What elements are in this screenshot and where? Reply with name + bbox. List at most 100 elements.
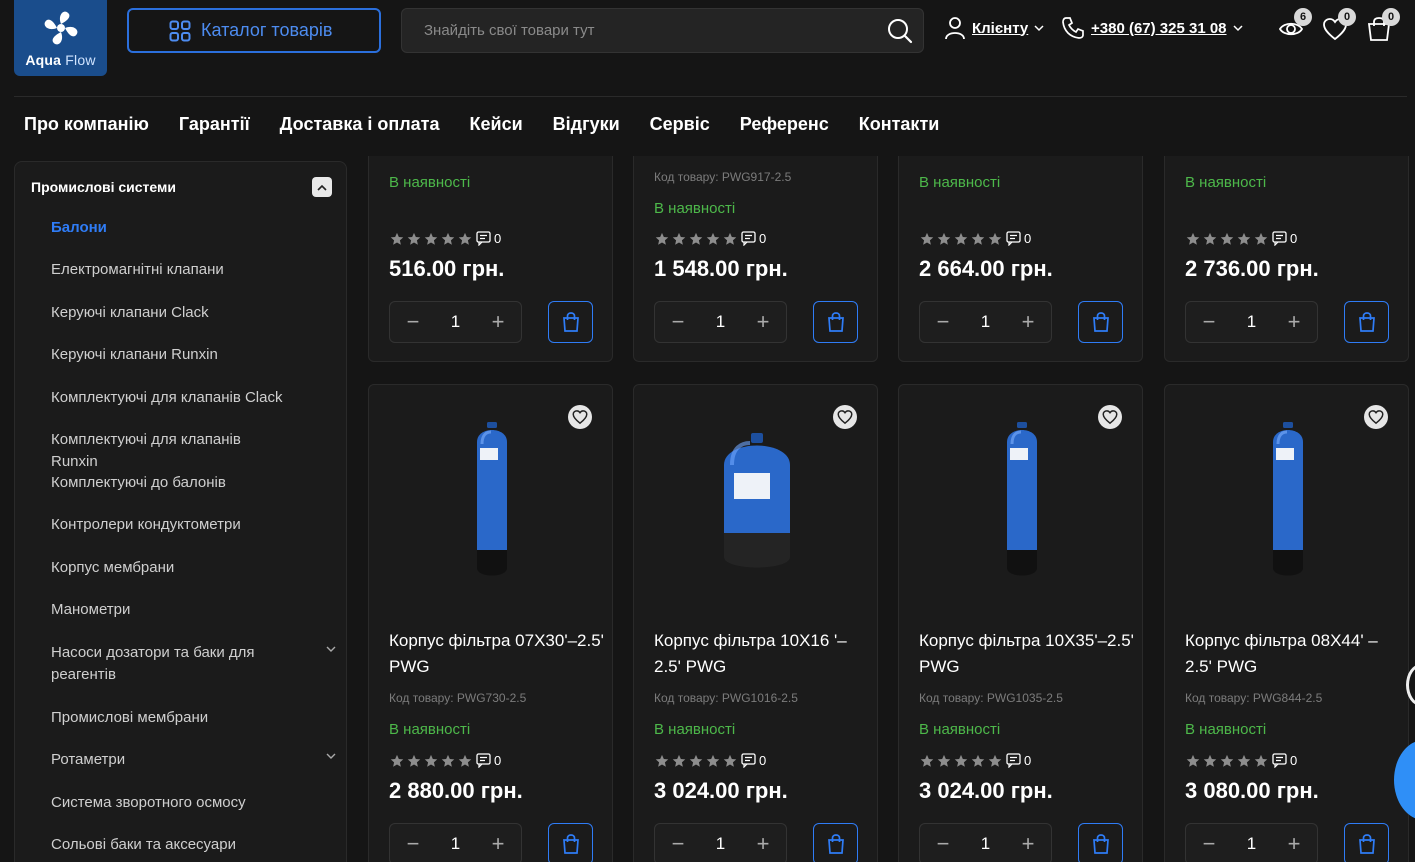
star-icon	[1254, 232, 1268, 245]
search-icon[interactable]	[887, 18, 913, 44]
add-to-cart-button[interactable]	[1344, 823, 1389, 862]
product-image[interactable]	[634, 415, 879, 585]
sidebar-item[interactable]: Комплектуючі для клапанів Runxin	[51, 429, 336, 473]
sidebar-item[interactable]: Манометри	[51, 599, 336, 621]
quantity-decrease-button[interactable]: −	[1200, 831, 1218, 857]
add-to-cart-button[interactable]	[813, 301, 858, 343]
stock-status: В наявності	[654, 200, 736, 217]
quantity-increase-button[interactable]: +	[1019, 309, 1037, 335]
quantity-decrease-button[interactable]: −	[404, 309, 422, 335]
filter-housing-image	[1006, 422, 1037, 576]
quantity-increase-button[interactable]: +	[489, 831, 507, 857]
add-to-cart-button[interactable]	[1078, 301, 1123, 343]
chevron-down-icon	[1233, 24, 1243, 31]
nav-item-cases[interactable]: Кейси	[470, 114, 523, 135]
quantity-increase-button[interactable]: +	[1285, 831, 1303, 857]
quantity-value[interactable]: 1	[451, 312, 460, 332]
quantity-decrease-button[interactable]: −	[934, 309, 952, 335]
nav-item-contacts[interactable]: Контакти	[859, 114, 940, 135]
wishlist-button[interactable]: 0	[1322, 8, 1356, 44]
product-name[interactable]: Корпус фільтра 08X44' –2.5' PWG	[1185, 628, 1400, 680]
quantity-decrease-button[interactable]: −	[669, 831, 687, 857]
nav-item-reviews[interactable]: Відгуки	[553, 114, 620, 135]
star-icon	[1220, 754, 1234, 767]
shopping-bag-icon	[827, 312, 844, 332]
review-count[interactable]: 0	[1006, 231, 1031, 246]
sidebar-item[interactable]: Система зворотного осмосу	[51, 792, 336, 814]
sidebar-item[interactable]: Електромагнітні клапани	[51, 259, 336, 281]
quantity-value[interactable]: 1	[716, 834, 725, 854]
quantity-increase-button[interactable]: +	[1285, 309, 1303, 335]
rating: 0	[654, 231, 766, 246]
quantity-increase-button[interactable]: +	[754, 309, 772, 335]
quantity-value[interactable]: 1	[981, 834, 990, 854]
collapse-toggle-button[interactable]	[312, 177, 332, 197]
add-to-cart-button[interactable]	[1344, 301, 1389, 343]
add-to-cart-button[interactable]	[813, 823, 858, 862]
sidebar-item[interactable]: Контролери кондуктометри	[51, 514, 336, 536]
review-count[interactable]: 0	[1272, 231, 1297, 246]
quantity-decrease-button[interactable]: −	[934, 831, 952, 857]
sidebar-item[interactable]: Комплектуючі до балонів	[51, 472, 336, 494]
product-image[interactable]	[899, 415, 1144, 585]
review-count[interactable]: 0	[1006, 753, 1031, 768]
nav-item-about[interactable]: Про компанію	[24, 114, 149, 135]
quantity-decrease-button[interactable]: −	[1200, 309, 1218, 335]
grid-icon	[169, 20, 191, 42]
add-to-cart-button[interactable]	[548, 823, 593, 862]
quantity-decrease-button[interactable]: −	[669, 309, 687, 335]
sidebar-item[interactable]: Балони	[51, 217, 336, 239]
product-name[interactable]: Корпус фільтра 07X30'–2.5' PWG	[389, 628, 604, 680]
sidebar-item[interactable]: Комплектуючі для клапанів Clack	[51, 387, 336, 409]
nav-item-guarantees[interactable]: Гарантії	[179, 114, 250, 135]
quantity-value[interactable]: 1	[716, 312, 725, 332]
sidebar-item[interactable]: Ротаметри	[51, 749, 336, 771]
nav-item-service[interactable]: Сервіс	[650, 114, 710, 135]
client-menu[interactable]: Клієнту	[944, 16, 1044, 40]
viewed-products-button[interactable]: 6	[1278, 8, 1312, 44]
quantity-increase-button[interactable]: +	[489, 309, 507, 335]
sidebar-item[interactable]: Керуючі клапани Runxin	[51, 344, 336, 366]
catalog-button[interactable]: Каталог товарів	[127, 8, 381, 53]
add-to-cart-button[interactable]	[548, 301, 593, 343]
rating: 0	[389, 753, 501, 768]
chevron-down-icon[interactable]	[326, 646, 336, 653]
quantity-value[interactable]: 1	[1247, 312, 1256, 332]
product-name[interactable]: Корпус фільтра 10X35'–2.5' PWG	[919, 628, 1134, 680]
quantity-decrease-button[interactable]: −	[404, 831, 422, 857]
product-name[interactable]: Корпус фільтра 10X16 '–2.5' PWG	[654, 628, 869, 680]
quantity-increase-button[interactable]: +	[754, 831, 772, 857]
phone-menu[interactable]: +380 (67) 325 31 08	[1061, 16, 1243, 40]
aqua-flow-logo[interactable]: Aqua Flow	[14, 0, 107, 76]
review-count[interactable]: 0	[741, 231, 766, 246]
review-count[interactable]: 0	[476, 231, 501, 246]
review-count[interactable]: 0	[1272, 753, 1297, 768]
review-count[interactable]: 0	[476, 753, 501, 768]
review-count-value: 0	[759, 231, 767, 246]
stock-status: В наявності	[389, 721, 471, 738]
viewed-count-badge: 6	[1294, 8, 1312, 26]
review-count-value: 0	[1024, 753, 1032, 768]
product-price: 3 024.00 грн.	[919, 778, 1053, 803]
cart-button[interactable]: 0	[1366, 8, 1400, 44]
sidebar-item[interactable]: Сольові баки та аксесуари	[51, 834, 336, 856]
chevron-down-icon[interactable]	[326, 753, 336, 760]
quantity-value[interactable]: 1	[981, 312, 990, 332]
add-to-cart-button[interactable]	[1078, 823, 1123, 862]
nav-item-reference[interactable]: Референс	[740, 114, 829, 135]
product-image[interactable]	[1165, 415, 1410, 585]
nav-item-delivery[interactable]: Доставка і оплата	[280, 114, 440, 135]
sidebar-item[interactable]: Промислові мембрани	[51, 707, 336, 729]
sidebar-item[interactable]: Насоси дозатори та баки для реагентів	[51, 642, 336, 686]
sidebar-item-label: Комплектуючі для клапанів Clack	[51, 389, 283, 406]
quantity-value[interactable]: 1	[1247, 834, 1256, 854]
sidebar-item-label: Корпус мембрани	[51, 559, 175, 576]
sidebar-item[interactable]: Керуючі клапани Clack	[51, 302, 336, 324]
quantity-value[interactable]: 1	[451, 834, 460, 854]
sidebar-item[interactable]: Корпус мембрани	[51, 557, 336, 579]
product-image[interactable]	[369, 415, 614, 585]
search-input[interactable]	[402, 9, 923, 52]
search-box	[401, 8, 924, 53]
quantity-increase-button[interactable]: +	[1019, 831, 1037, 857]
review-count[interactable]: 0	[741, 753, 766, 768]
